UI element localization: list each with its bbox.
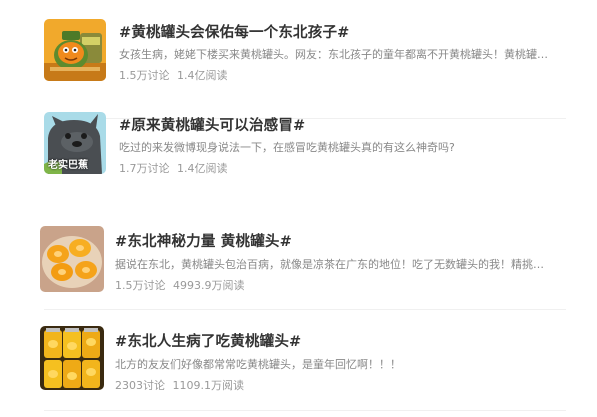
topic-title[interactable]: #东北人生病了吃黄桃罐头# xyxy=(115,330,301,351)
divider xyxy=(44,410,566,411)
discuss-count: 2303讨论 xyxy=(115,379,165,392)
discuss-count: 1.5万讨论 xyxy=(119,69,170,82)
peach-jars-icon xyxy=(40,326,104,390)
thumb-caption: 老实巴蕉 xyxy=(48,160,88,171)
topic-stats: 1.7万讨论 1.4亿阅读 xyxy=(119,160,232,176)
topic-thumbnail[interactable] xyxy=(40,326,104,390)
peach-slices-bowl-icon xyxy=(40,226,104,292)
topic-item[interactable]: 老实巴蕉 #原来黄桃罐头可以治感冒# 吃过的来发微博现身说法一下，在感冒吃黄桃罐… xyxy=(40,112,566,212)
read-count: 1109.1万阅读 xyxy=(172,379,245,392)
topic-thumbnail[interactable]: 老实巴蕉 xyxy=(44,112,106,174)
peach-can-cartoon-icon xyxy=(44,19,106,81)
topic-item[interactable]: #东北人生病了吃黄桃罐头# 北方的友友们好像都常常吃黄桃罐头，是童年回忆啊！！！… xyxy=(40,326,566,417)
topic-description: 北方的友友们好像都常常吃黄桃罐头，是童年回忆啊！！！ xyxy=(115,358,401,371)
read-count: 1.4亿阅读 xyxy=(177,162,228,175)
topic-stats: 1.5万讨论 4993.9万阅读 xyxy=(115,277,249,293)
topic-title[interactable]: #东北神秘力量 黄桃罐头# xyxy=(115,230,292,251)
topic-title[interactable]: #原来黄桃罐头可以治感冒# xyxy=(119,114,305,135)
read-count: 4993.9万阅读 xyxy=(173,279,245,292)
topic-description: 据说在东北，黄桃罐头包治百病，就像是凉茶在广东的地位！吃了无数罐头的我！精挑细选… xyxy=(115,258,545,271)
topic-description: 吃过的来发微博现身说法一下，在感冒吃黄桃罐头真的有这么神奇吗? xyxy=(119,141,455,154)
topic-item[interactable]: #黄桃罐头会保佑每一个东北孩子# 女孩生病，姥姥下楼买来黄桃罐头。网友：东北孩子… xyxy=(40,19,566,119)
topic-description: 女孩生病，姥姥下楼买来黄桃罐头。网友：东北孩子的童年都离不开黄桃罐头！黄桃罐头会… xyxy=(119,48,549,61)
discuss-count: 1.7万讨论 xyxy=(119,162,170,175)
divider xyxy=(44,309,566,310)
topic-stats: 1.5万讨论 1.4亿阅读 xyxy=(119,67,232,83)
topic-thumbnail[interactable] xyxy=(44,19,106,81)
topic-title[interactable]: #黄桃罐头会保佑每一个东北孩子# xyxy=(119,21,350,42)
topic-stats: 2303讨论 1109.1万阅读 xyxy=(115,377,248,393)
topic-thumbnail[interactable] xyxy=(40,226,104,292)
topic-item[interactable]: #东北神秘力量 黄桃罐头# 据说在东北，黄桃罐头包治百病，就像是凉茶在广东的地位… xyxy=(40,226,566,326)
discuss-count: 1.5万讨论 xyxy=(115,279,166,292)
read-count: 1.4亿阅读 xyxy=(177,69,228,82)
